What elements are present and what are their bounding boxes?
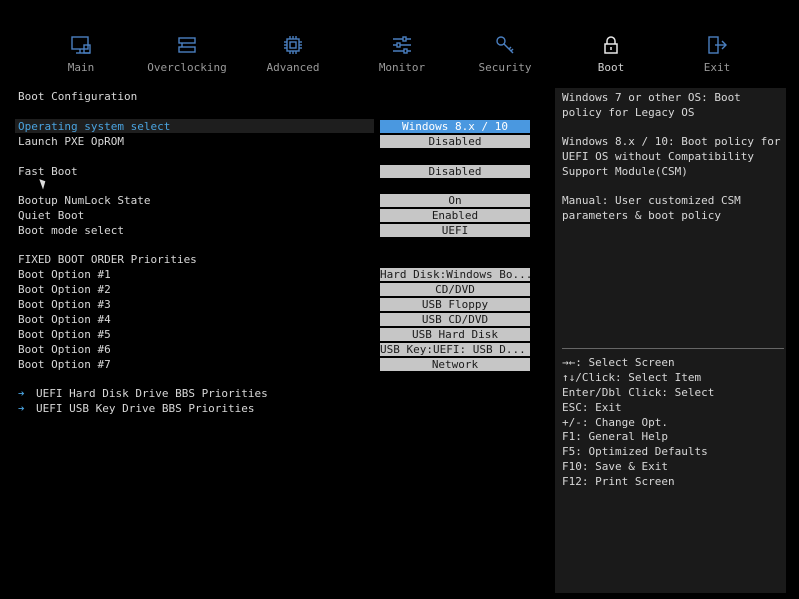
boot-option-1-label[interactable]: Boot Option #1 (18, 267, 111, 282)
tab-exit-label: Exit (703, 61, 731, 74)
tab-boot[interactable]: Boot (566, 34, 656, 74)
boot-option-3-label[interactable]: Boot Option #3 (18, 297, 111, 312)
lock-icon (604, 36, 618, 54)
boot-option-7-label[interactable]: Boot Option #7 (18, 357, 111, 372)
key-legend: →←: Select Screen ↑↓/Click: Select Item … (562, 356, 714, 490)
tab-advanced[interactable]: Advanced (248, 34, 338, 74)
submenu-uefi-hdd[interactable]: ➔ UEFI Hard Disk Drive BBS Priorities (18, 386, 268, 401)
tab-monitor-label: Monitor (378, 61, 426, 74)
help-text-3: Manual: User customized CSM parameters &… (562, 194, 748, 222)
help-text-1: Windows 7 or other OS: Boot policy for L… (562, 91, 748, 119)
help-divider (562, 348, 784, 349)
overclock-icon (178, 37, 196, 53)
setting-os-select-label[interactable]: Operating system select (18, 119, 170, 134)
tab-overclocking-label: Overclocking (147, 61, 227, 74)
tab-advanced-label: Advanced (266, 61, 320, 74)
submenu-uefi-hdd-label: UEFI Hard Disk Drive BBS Priorities (36, 387, 268, 400)
tab-main-label: Main (67, 61, 95, 74)
setting-fastboot-value[interactable]: Disabled (380, 165, 530, 178)
key-hint: ↑↓/Click: Select Item (562, 370, 702, 384)
key-icon (496, 36, 514, 54)
submenu-uefi-usb[interactable]: ➔ UEFI USB Key Drive BBS Priorities (18, 401, 255, 416)
boot-option-4-value[interactable]: USB CD/DVD (380, 313, 530, 326)
key-hint: F5: Optimized Defaults (562, 445, 708, 459)
setting-pxe-label[interactable]: Launch PXE OpROM (18, 134, 124, 149)
tab-main[interactable]: Main (36, 34, 126, 74)
monitor-icon (71, 36, 91, 54)
setting-quietboot-value[interactable]: Enabled (380, 209, 530, 222)
key-hint: +/-: Change Opt. (562, 415, 668, 429)
boot-option-3-value[interactable]: USB Floppy (380, 298, 530, 311)
arrow-right-icon: ➔ (18, 402, 25, 415)
boot-option-2-value[interactable]: CD/DVD (380, 283, 530, 296)
key-hint: F10: Save & Exit (562, 460, 668, 474)
section-title: Boot Configuration (18, 90, 138, 103)
help-panel: Windows 7 or other OS: Boot policy for L… (555, 88, 786, 593)
help-text-2: Windows 8.x / 10: Boot policy for UEFI O… (562, 135, 788, 178)
priorities-title: FIXED BOOT ORDER Priorities (18, 253, 197, 266)
key-hint: F1: General Help (562, 430, 668, 444)
setting-numlock-value[interactable]: On (380, 194, 530, 207)
boot-option-2-label[interactable]: Boot Option #2 (18, 282, 111, 297)
setting-numlock-label[interactable]: Bootup NumLock State (18, 193, 150, 208)
boot-option-7-value[interactable]: Network (380, 358, 530, 371)
key-hint: ESC: Exit (562, 400, 622, 414)
boot-option-5-label[interactable]: Boot Option #5 (18, 327, 111, 342)
key-hint: →←: Select Screen (562, 356, 675, 369)
chip-icon (284, 36, 302, 54)
sliders-icon (393, 36, 411, 54)
setting-os-select-value[interactable]: Windows 8.x / 10 (380, 120, 530, 133)
setting-bootmode-label[interactable]: Boot mode select (18, 223, 124, 238)
boot-option-4-label[interactable]: Boot Option #4 (18, 312, 111, 327)
top-nav: Main Overclocking Advanced Monitor Secur… (0, 0, 799, 80)
boot-option-6-label[interactable]: Boot Option #6 (18, 342, 111, 357)
tab-security[interactable]: Security (460, 34, 550, 74)
tab-boot-label: Boot (597, 61, 625, 74)
key-hint: Enter/Dbl Click: Select (562, 385, 715, 399)
tab-security-label: Security (478, 61, 532, 74)
tab-monitor[interactable]: Monitor (357, 34, 447, 74)
setting-fastboot-label[interactable]: Fast Boot (18, 164, 78, 179)
boot-option-6-value[interactable]: USB Key:UEFI: USB D... (380, 343, 530, 356)
key-hint: F12: Print Screen (562, 475, 675, 489)
arrow-right-icon: ➔ (18, 387, 25, 400)
mouse-cursor-icon (39, 177, 48, 190)
submenu-uefi-usb-label: UEFI USB Key Drive BBS Priorities (36, 402, 255, 415)
tab-overclocking[interactable]: Overclocking (142, 34, 232, 74)
exit-icon (708, 36, 727, 54)
boot-option-1-value[interactable]: Hard Disk:Windows Bo... (380, 268, 530, 281)
boot-option-5-value[interactable]: USB Hard Disk (380, 328, 530, 341)
setting-pxe-value[interactable]: Disabled (380, 135, 530, 148)
tab-exit[interactable]: Exit (672, 34, 762, 74)
setting-bootmode-value[interactable]: UEFI (380, 224, 530, 237)
setting-quietboot-label[interactable]: Quiet Boot (18, 208, 84, 223)
